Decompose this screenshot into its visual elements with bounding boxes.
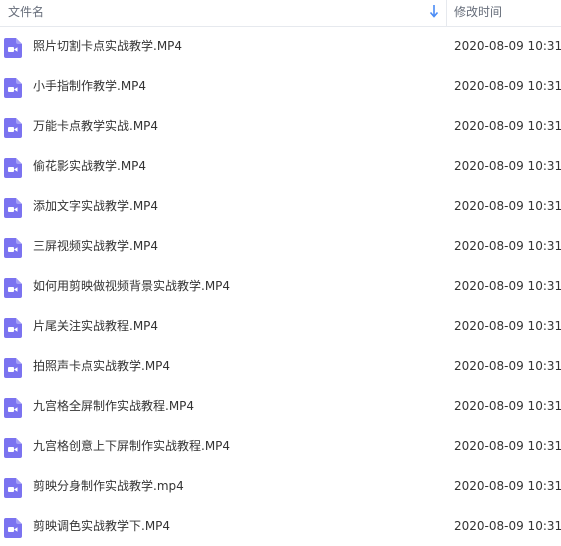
file-modified-time: 2020-08-09 10:31	[454, 479, 561, 493]
file-row[interactable]: 九宫格创意上下屏制作实战教程.MP4 2020-08-09 10:31	[0, 426, 561, 466]
file-row[interactable]: 如何用剪映做视频背景实战教学.MP4 2020-08-09 10:31	[0, 266, 561, 306]
file-name[interactable]: 如何用剪映做视频背景实战教学.MP4	[33, 278, 230, 294]
file-name[interactable]: 剪映调色实战教学下.MP4	[33, 518, 170, 534]
video-file-icon	[4, 158, 22, 178]
video-file-icon	[4, 78, 22, 98]
file-modified-time: 2020-08-09 10:31	[454, 159, 561, 173]
file-row[interactable]: 九宫格全屏制作实战教程.MP4 2020-08-09 10:31	[0, 386, 561, 426]
file-name[interactable]: 三屏视频实战教学.MP4	[33, 238, 158, 254]
file-row[interactable]: 拍照声卡点实战教学.MP4 2020-08-09 10:31	[0, 346, 561, 386]
file-modified-time: 2020-08-09 10:31	[454, 39, 561, 53]
file-row[interactable]: 剪映调色实战教学下.MP4 2020-08-09 10:31	[0, 506, 561, 546]
file-name[interactable]: 万能卡点教学实战.MP4	[33, 118, 158, 134]
column-header-name[interactable]: 文件名	[8, 4, 44, 20]
file-name[interactable]: 片尾关注实战教程.MP4	[33, 318, 158, 334]
file-modified-time: 2020-08-09 10:31	[454, 119, 561, 133]
file-modified-time: 2020-08-09 10:31	[454, 319, 561, 333]
file-name[interactable]: 拍照声卡点实战教学.MP4	[33, 358, 170, 374]
list-header: 文件名 修改时间	[0, 0, 561, 27]
file-name[interactable]: 九宫格全屏制作实战教程.MP4	[33, 398, 194, 414]
video-file-icon	[4, 238, 22, 258]
file-row[interactable]: 万能卡点教学实战.MP4 2020-08-09 10:31	[0, 106, 561, 146]
file-modified-time: 2020-08-09 10:31	[454, 279, 561, 293]
file-list: 文件名 修改时间 照片切割卡点实战教学.MP4 2020-08-09 10:31…	[0, 0, 561, 538]
video-file-icon	[4, 278, 22, 298]
column-divider[interactable]	[446, 0, 447, 26]
file-row[interactable]: 片尾关注实战教程.MP4 2020-08-09 10:31	[0, 306, 561, 346]
file-modified-time: 2020-08-09 10:31	[454, 519, 561, 533]
video-file-icon	[4, 358, 22, 378]
file-row[interactable]: 三屏视频实战教学.MP4 2020-08-09 10:31	[0, 226, 561, 266]
column-header-modified-time[interactable]: 修改时间	[454, 4, 502, 20]
file-row[interactable]: 偷花影实战教学.MP4 2020-08-09 10:31	[0, 146, 561, 186]
video-file-icon	[4, 318, 22, 338]
file-row[interactable]: 小手指制作教学.MP4 2020-08-09 10:31	[0, 66, 561, 106]
file-name[interactable]: 剪映分身制作实战教学.mp4	[33, 478, 184, 494]
file-row[interactable]: 剪映分身制作实战教学.mp4 2020-08-09 10:31	[0, 466, 561, 506]
file-name[interactable]: 小手指制作教学.MP4	[33, 78, 146, 94]
file-modified-time: 2020-08-09 10:31	[454, 399, 561, 413]
file-modified-time: 2020-08-09 10:31	[454, 439, 561, 453]
video-file-icon	[4, 398, 22, 418]
file-name[interactable]: 添加文字实战教学.MP4	[33, 198, 158, 214]
file-rows: 照片切割卡点实战教学.MP4 2020-08-09 10:31 小手指制作教学.…	[0, 26, 561, 546]
file-modified-time: 2020-08-09 10:31	[454, 359, 561, 373]
arrow-down-icon[interactable]	[429, 4, 439, 18]
video-file-icon	[4, 518, 22, 538]
file-modified-time: 2020-08-09 10:31	[454, 239, 561, 253]
file-name[interactable]: 照片切割卡点实战教学.MP4	[33, 38, 182, 54]
file-modified-time: 2020-08-09 10:31	[454, 79, 561, 93]
file-row[interactable]: 照片切割卡点实战教学.MP4 2020-08-09 10:31	[0, 26, 561, 66]
file-name[interactable]: 九宫格创意上下屏制作实战教程.MP4	[33, 438, 230, 454]
video-file-icon	[4, 38, 22, 58]
video-file-icon	[4, 438, 22, 458]
video-file-icon	[4, 118, 22, 138]
file-row[interactable]: 添加文字实战教学.MP4 2020-08-09 10:31	[0, 186, 561, 226]
file-modified-time: 2020-08-09 10:31	[454, 199, 561, 213]
video-file-icon	[4, 478, 22, 498]
video-file-icon	[4, 198, 22, 218]
file-name[interactable]: 偷花影实战教学.MP4	[33, 158, 146, 174]
